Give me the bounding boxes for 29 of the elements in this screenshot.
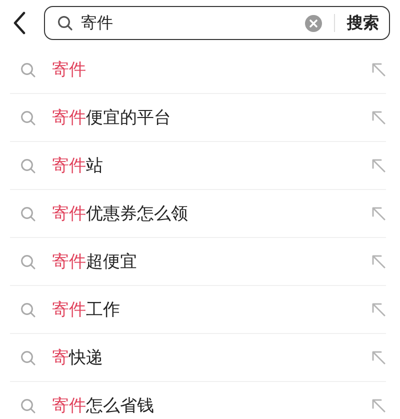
search-icon [20, 206, 36, 222]
arrow-up-left-icon[interactable] [371, 398, 386, 413]
arrow-up-left-icon[interactable] [371, 350, 386, 365]
arrow-up-left-icon[interactable] [371, 302, 386, 317]
suggestion-item[interactable]: 寄件站 [52, 154, 355, 177]
suggestion-item[interactable]: 寄件超便宜 [52, 250, 355, 273]
search-icon [20, 158, 36, 174]
search-field[interactable]: 寄件 搜索 [44, 6, 390, 40]
suggestion-item[interactable]: 寄件 [52, 58, 355, 81]
suggestion-item[interactable]: 寄件怎么省钱 [52, 394, 355, 417]
search-button[interactable]: 搜索 [347, 12, 379, 34]
suggestion-item[interactable]: 寄件便宜的平台 [52, 106, 355, 129]
search-icon [20, 110, 36, 126]
search-icon [20, 350, 36, 366]
clear-icon[interactable] [305, 14, 322, 32]
suggestion-item[interactable]: 寄件工作 [52, 298, 355, 321]
suggestion-item[interactable]: 寄件优惠券怎么领 [52, 202, 355, 225]
back-icon[interactable] [12, 11, 26, 35]
arrow-up-left-icon[interactable] [371, 254, 386, 269]
search-icon [20, 254, 36, 270]
arrow-up-left-icon[interactable] [371, 62, 386, 77]
suggestion-item[interactable]: 寄快递 [52, 346, 355, 369]
search-icon [57, 15, 73, 31]
arrow-up-left-icon[interactable] [371, 110, 386, 125]
arrow-up-left-icon[interactable] [371, 206, 386, 221]
search-icon [20, 398, 36, 414]
search-icon [20, 62, 36, 78]
arrow-up-left-icon[interactable] [371, 158, 386, 173]
search-icon [20, 302, 36, 318]
